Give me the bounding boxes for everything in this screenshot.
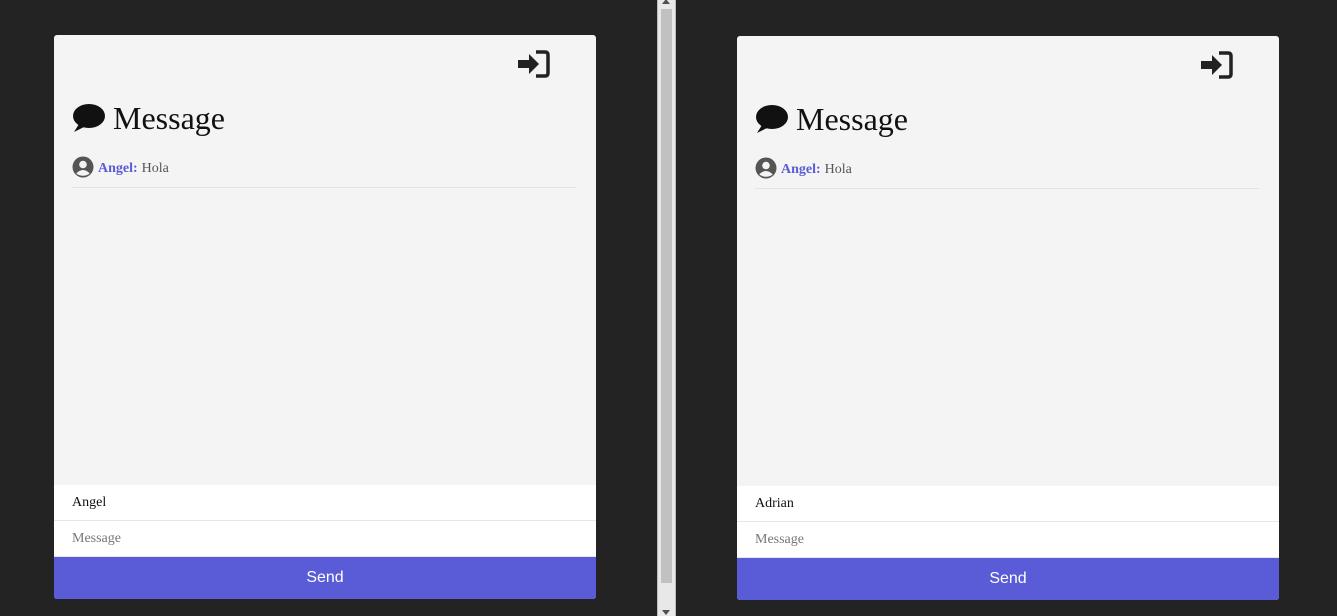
scroll-up-arrow-icon[interactable] (662, 0, 670, 4)
chat-card: Message Angel: Hola Send (737, 36, 1279, 600)
message-input[interactable] (737, 522, 1279, 558)
scrollbar-thumb[interactable] (661, 9, 672, 583)
message-item: Angel: Hola (72, 151, 576, 188)
message-text: Hola (824, 162, 852, 177)
send-button[interactable]: Send (54, 557, 596, 599)
message-list: Angel: Hola (72, 151, 576, 419)
chat-card: Message Angel: Hola Send (54, 35, 596, 599)
username-input[interactable] (737, 486, 1279, 522)
send-button[interactable]: Send (737, 558, 1279, 600)
scroll-down-arrow-icon[interactable] (662, 610, 670, 615)
username-input[interactable] (54, 485, 596, 521)
sign-in-icon[interactable] (516, 49, 550, 79)
chat-header: Message (72, 99, 225, 137)
comment-icon (73, 104, 105, 132)
user-circle-icon (755, 157, 777, 179)
message-author: Angel: (781, 162, 821, 177)
message-author: Angel: (98, 161, 138, 176)
sign-in-icon[interactable] (1199, 50, 1233, 80)
right-pane: Message Angel: Hola Send (676, 0, 1337, 616)
message-input[interactable] (54, 521, 596, 557)
comment-icon (756, 105, 788, 133)
chat-title: Message (113, 100, 225, 136)
user-circle-icon (72, 156, 94, 178)
compose-area: Send (54, 485, 596, 599)
message-item: Angel: Hola (755, 152, 1259, 189)
chat-header: Message (755, 100, 908, 138)
message-list: Angel: Hola (755, 152, 1259, 420)
compose-area: Send (737, 486, 1279, 600)
chat-title: Message (796, 101, 908, 137)
message-text: Hola (141, 161, 169, 176)
left-pane: Message Angel: Hola Send (0, 0, 657, 616)
vertical-scrollbar[interactable] (657, 0, 676, 616)
